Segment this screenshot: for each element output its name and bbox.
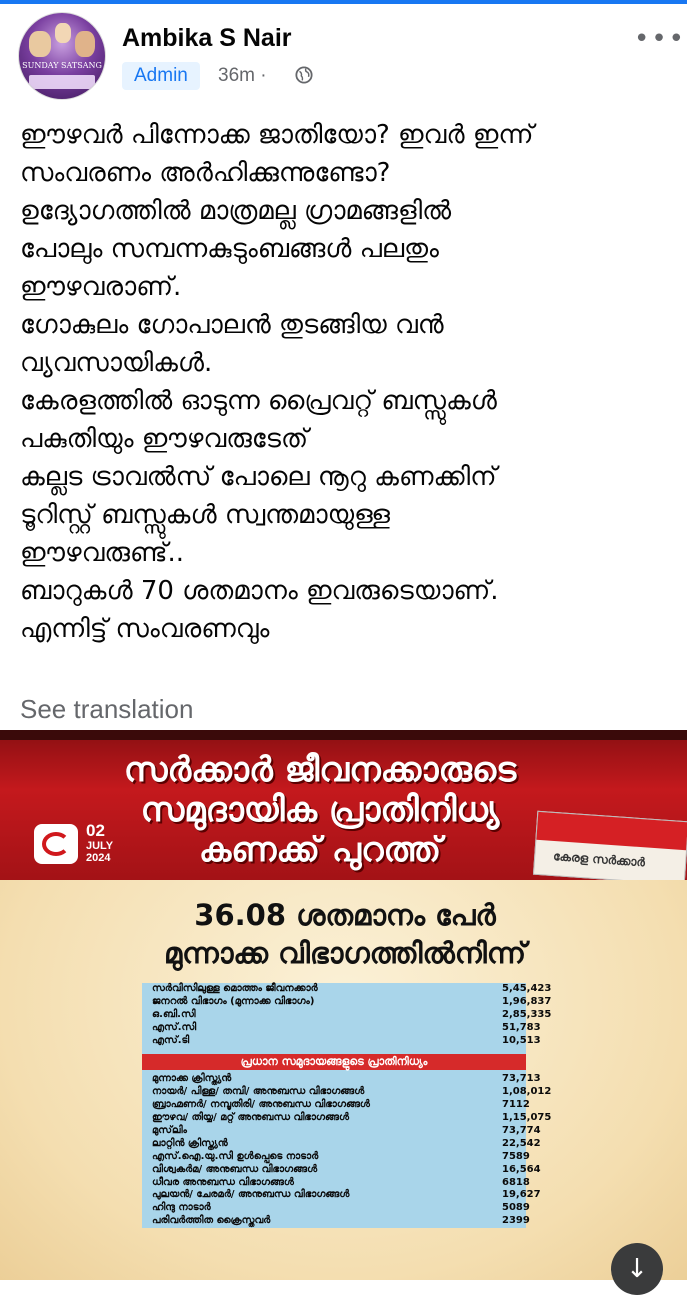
banner-title-line: കണക്ക് പുറത്ത് [198,830,442,870]
row-label: ബ്രാഹ്മണർ/ നമ്പൂതിരി/ അനുബന്ധ വിഭാഗങ്ങൾ [152,1099,370,1111]
news-date: 02 JULY 2024 [86,821,114,865]
admin-badge: Admin [122,62,200,90]
row-label: എസ്.ഐ.യു.സി ഉൾപ്പെടെ നാടാർ [152,1150,319,1162]
table-row: ഹിന്ദു നാടാർ 5089 [142,1202,530,1215]
table-row: പരിവർത്തിത ക്രൈസ്തവർ 2399 [142,1215,530,1228]
row-label: ലാറ്റിൻ ക്രിസ്ത്യൻ [152,1137,228,1149]
banner-top-strip [0,730,687,740]
row-label: ഈഴവ/ തിയ്യ/ മറ്റ് അനുബന്ധ വിഭാഗങ്ങൾ [152,1112,349,1124]
post-line: ഉദ്യോഗത്തിൽ മാത്രമല്ല ഗ്രാമങ്ങളിൽ [20,196,452,226]
row-value: 6818 [502,1176,530,1188]
headline-line: മുന്നാക്ക വിഭാഗത്തിൽനിന്ന് [163,936,527,970]
post-line: കല്ലട ട്രാവൽസ് പോലെ നൂറു കണക്കിന് [20,462,497,492]
post-line: പോലും സമ്പന്നകുടുംബങ്ങൾ പലതും [20,234,439,264]
more-dots-icon[interactable]: ••• [634,24,686,54]
row-label: മുന്നാക്ക ക്രിസ്ത്യൻ [152,1073,232,1085]
date-day: 02 [86,821,105,840]
author-name[interactable]: Ambika S Nair [122,24,292,53]
row-label: പുലയൻ/ ചേരമർ/ അനുബന്ധ വിഭാഗങ്ങൾ [152,1189,350,1201]
row-value: 2,85,335 [502,1008,552,1020]
table-row: എസ്.സി 51,783 [142,1021,541,1035]
table-row: ഒ.ബി.സി 2,85,335 [142,1008,551,1022]
row-label: മുസ്‌ലിം [152,1125,187,1137]
row-value: 7589 [502,1150,530,1162]
top-accent-bar [0,0,687,4]
row-value: 1,15,075 [502,1112,552,1124]
table-row: എസ്.ഐ.യു.സി ഉൾപ്പെടെ നാടാർ 7589 [142,1150,530,1164]
post-line: വ്യവസായികൾ. [20,348,213,378]
post-line: സംവരണം അർഹിക്കുന്നുണ്ടോ? [20,158,391,188]
channel-logo [34,824,78,864]
row-label: പരിവർത്തിത ക്രൈസ്തവർ [152,1215,271,1227]
table-row: പുലയൻ/ ചേരമർ/ അനുബന്ധ വിഭാഗങ്ങൾ 19,627 [142,1189,541,1202]
row-label: ഹിന്ദു നാടാർ [152,1202,211,1214]
table-row: വിശ്വകർമ/ അനുബന്ധ വിഭാഗങ്ങൾ 16,564 [142,1163,541,1177]
row-label: ഒ.ബി.സി [152,1008,196,1020]
date-year: 2024 [86,852,111,864]
post-image[interactable]: സർക്കാർ ജീവനക്കാരുടെ സമുദായിക പ്രാതിനിധ്… [0,730,687,1280]
table-row: ഈഴവ/ തിയ്യ/ മറ്റ് അനുബന്ധ വിഭാഗങ്ങൾ 1,15,… [142,1112,551,1125]
post-meta: 36m · [218,62,267,90]
post-line: ഗോകുലം ഗോപാലൻ തുടങ്ങിയ വൻ [20,310,444,340]
row-value: 10,513 [502,1034,541,1046]
row-value: 19,627 [502,1189,541,1201]
row-label: ധീവര അനുബന്ധ വിഭാഗങ്ങൾ [152,1176,294,1188]
table-row: നായർ/ പിള്ള/ തമ്പി/ അനുബന്ധ വിഭാഗങ്ങൾ 1,0… [142,1086,551,1099]
banner-title-line: സർക്കാർ ജീവനക്കാരുടെ [123,750,517,790]
see-translation-link[interactable]: See translation [20,694,193,725]
row-value: 16,564 [502,1163,541,1175]
date-month: JULY [86,840,114,852]
avatar-text: SUNDAY SATSANG [22,61,102,70]
row-value: 1,08,012 [502,1086,552,1098]
avatar-figure [75,31,95,57]
government-file-image: കേരള സർക്കാർ [532,810,687,886]
table-row: ബ്രാഹ്മണർ/ നമ്പൂതിരി/ അനുബന്ധ വിഭാഗങ്ങൾ 7… [142,1099,530,1112]
table-row: മുസ്‌ലിം 73,774 [142,1125,541,1138]
avatar-figure [55,23,71,43]
row-label: നായർ/ പിള്ള/ തമ്പി/ അനുബന്ധ വിഭാഗങ്ങൾ [152,1086,365,1098]
post-line: ബാറുകൾ 70 ശതമാനം ഇവരുടെയാണ്. [20,576,499,606]
row-value: 22,542 [502,1137,541,1149]
row-label: സർവിസിലുള്ള മൊത്തം ജീവനക്കാർ [152,983,318,994]
row-value: 5,45,423 [502,983,552,994]
table-row: സർവിസിലുള്ള മൊത്തം ജീവനക്കാർ 5,45,423 [142,983,551,996]
post-line: ടൂറിസ്റ്റ് ബസ്സുകൾ സ്വന്തമായുള്ള [20,500,390,530]
globe-icon [295,66,313,84]
row-label: എസ്.ടി [152,1034,190,1046]
row-value: 5089 [502,1202,530,1214]
news-banner: സർക്കാർ ജീവനക്കാരുടെ സമുദായിക പ്രാതിനിധ്… [0,730,687,886]
row-label: ജനറൽ വിഭാഗം (മുന്നാക്ക വിഭാഗം) [152,995,315,1007]
post-line: പകുതിയും ഈഴവരുടേത് [20,424,309,454]
table-row: ജനറൽ വിഭാഗം (മുന്നാക്ക വിഭാഗം) 1,96,837 [142,995,551,1009]
avatar-banner [29,75,95,89]
row-label: വിശ്വകർമ/ അനുബന്ധ വിഭാഗങ്ങൾ [152,1163,318,1175]
avatar-figure [29,31,51,57]
row-value: 2399 [502,1215,530,1227]
paper-label: കേരള സർക്കാർ [552,849,646,870]
post-text: ഈഴവർ പിന്നോക്ക ജാതിയോ? ഇവർ ഇന്ന് സംവരണം അ… [20,116,680,648]
row-label: എസ്.സി [152,1021,197,1033]
row-value: 7112 [502,1099,530,1111]
row-value: 73,774 [502,1125,541,1137]
row-value: 73,713 [502,1073,541,1085]
table-row: ലാറ്റിൻ ക്രിസ്ത്യൻ 22,542 [142,1137,541,1151]
post-line: കേരളത്തിൽ ഓടുന്ന പ്രൈവറ്റ് ബസ്സുകൾ [20,386,497,416]
table-row: എസ്.ടി 10,513 [142,1034,541,1048]
post-line: ഈഴവരുണ്ട്.. [20,538,185,568]
section-title: പ്രധാന സമുദായങ്ങളുടെ പ്രാതിനിധ്യം [142,1054,526,1071]
banner-title-line: സമുദായിക പ്രാതിനിധ്യ [140,790,500,830]
post-line: ഈഴവരാണ്. [20,272,182,302]
avatar[interactable]: SUNDAY SATSANG [18,12,106,100]
post-line: എന്നിട്ട് സംവരണവും [20,614,270,644]
row-value: 1,96,837 [502,995,552,1007]
table-row: ധീവര അനുബന്ധ വിഭാഗങ്ങൾ 6818 [142,1176,530,1190]
meta-separator: · [260,65,267,86]
arrow-down-icon[interactable]: ↓ [611,1243,663,1295]
row-value: 51,783 [502,1021,541,1033]
statistics-table: സർവിസിലുള്ള മൊത്തം ജീവനക്കാർ 5,45,423 ജനറൽ… [142,983,551,1229]
table-row: മുന്നാക്ക ക്രിസ്ത്യൻ 73,713 [142,1073,541,1086]
post-line: ഈഴവർ പിന്നോക്ക ജാതിയോ? ഇവർ ഇന്ന് [20,120,534,150]
post-time[interactable]: 36m [218,65,255,86]
headline-line: 36.08 ശതമാനം പേർ [194,898,496,932]
